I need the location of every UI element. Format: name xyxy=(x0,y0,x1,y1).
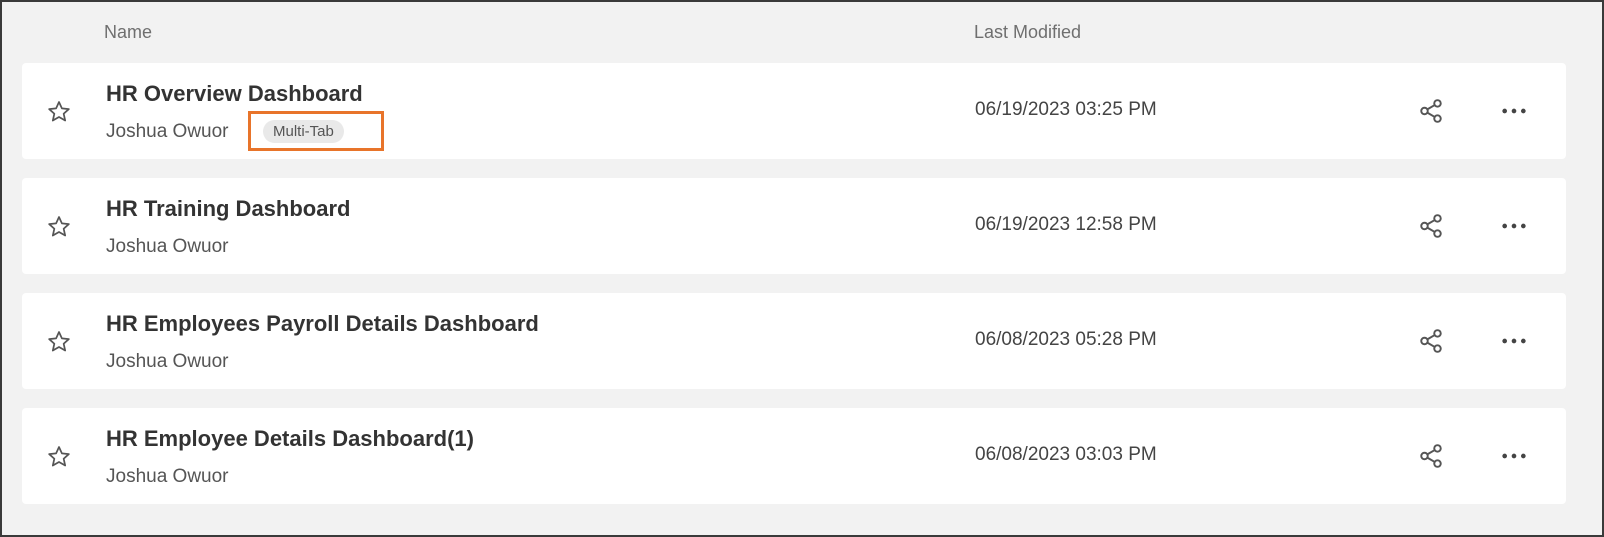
star-icon[interactable] xyxy=(46,329,72,355)
last-modified-date: 06/08/2023 05:28 PM xyxy=(975,329,1157,350)
badge-highlight: Multi-Tab xyxy=(248,111,384,151)
last-modified-date: 06/19/2023 03:25 PM xyxy=(975,99,1157,120)
list-header: Name Last Modified xyxy=(2,2,1602,64)
dashboard-title[interactable]: HR Training Dashboard xyxy=(106,196,350,222)
multi-tab-badge: Multi-Tab xyxy=(263,120,344,143)
star-icon[interactable] xyxy=(46,99,72,125)
star-icon[interactable] xyxy=(46,214,72,240)
more-options-icon[interactable] xyxy=(1500,442,1528,470)
dashboard-title[interactable]: HR Overview Dashboard xyxy=(106,81,363,107)
column-header-name[interactable]: Name xyxy=(104,22,152,43)
dashboard-owner: Joshua Owuor xyxy=(106,351,229,372)
dashboard-list: Name Last Modified HR Overview Dashboard… xyxy=(0,0,1604,537)
dashboard-owner: Joshua Owuor xyxy=(106,466,229,487)
dashboard-title[interactable]: HR Employees Payroll Details Dashboard xyxy=(106,311,539,337)
star-icon[interactable] xyxy=(46,444,72,470)
dashboard-row[interactable]: HR Employee Details Dashboard(1) Joshua … xyxy=(22,408,1566,504)
more-options-icon[interactable] xyxy=(1500,97,1528,125)
dashboard-title[interactable]: HR Employee Details Dashboard(1) xyxy=(106,426,474,452)
dashboard-row[interactable]: HR Employees Payroll Details Dashboard J… xyxy=(22,293,1566,389)
dashboard-row[interactable]: HR Training Dashboard Joshua Owuor 06/19… xyxy=(22,178,1566,274)
last-modified-date: 06/08/2023 03:03 PM xyxy=(975,444,1157,465)
column-header-last-modified[interactable]: Last Modified xyxy=(974,22,1081,43)
share-icon[interactable] xyxy=(1418,212,1444,240)
more-options-icon[interactable] xyxy=(1500,212,1528,240)
dashboard-owner: Joshua Owuor xyxy=(106,121,229,142)
dashboard-owner: Joshua Owuor xyxy=(106,236,229,257)
more-options-icon[interactable] xyxy=(1500,327,1528,355)
dashboard-row[interactable]: HR Overview Dashboard Joshua Owuor Multi… xyxy=(22,63,1566,159)
share-icon[interactable] xyxy=(1418,327,1444,355)
share-icon[interactable] xyxy=(1418,97,1444,125)
share-icon[interactable] xyxy=(1418,442,1444,470)
last-modified-date: 06/19/2023 12:58 PM xyxy=(975,214,1157,235)
